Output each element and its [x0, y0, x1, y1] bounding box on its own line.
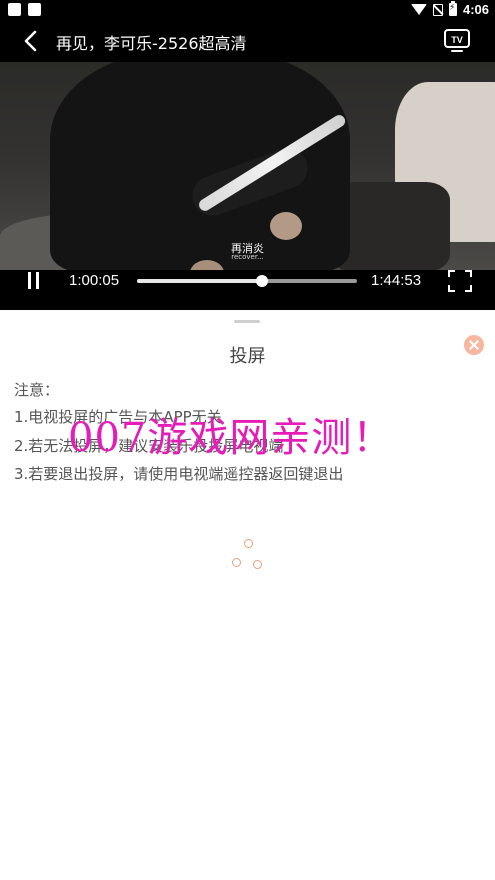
seek-bar-progress: [137, 279, 263, 283]
wifi-icon: [410, 4, 427, 15]
sheet-drag-handle[interactable]: [234, 320, 260, 323]
title-bar: 再见，李可乐-2526超高清 TV: [0, 20, 495, 62]
status-bar: 4:06: [0, 0, 495, 20]
spinner-dot: [244, 539, 253, 548]
seek-bar-thumb[interactable]: [256, 275, 269, 287]
notification-icon: [8, 3, 21, 16]
note-line: 3.若要退出投屏，请使用电视端遥控器返回键退出: [14, 465, 344, 483]
tv-cast-icon[interactable]: TV: [443, 28, 471, 54]
notification-icon: [28, 3, 41, 16]
spinner-dot: [232, 558, 241, 567]
close-icon[interactable]: [464, 335, 484, 355]
sheet-title: 投屏: [229, 346, 266, 367]
loading-spinner-icon: [228, 536, 268, 576]
fullscreen-icon[interactable]: [448, 270, 472, 292]
watermark: 007游戏网亲测！: [68, 415, 394, 461]
video-scene-hand: [270, 212, 302, 240]
cast-bottom-sheet: 投屏 注意： 1.电视投屏的广告与本APP无关 2.若无法投屏，建议安装乐投投屏…: [0, 310, 495, 880]
no-sim-icon: [432, 3, 443, 16]
back-arrow-icon[interactable]: [20, 29, 44, 53]
note-heading: 注意：: [14, 381, 60, 399]
subtitle-english: recover...: [231, 253, 264, 261]
tv-icon-label: TV: [451, 35, 463, 45]
seek-bar[interactable]: [137, 275, 357, 287]
player-controls: 1:00:05 1:44:53: [0, 270, 495, 310]
pause-icon[interactable]: [26, 272, 42, 290]
current-time: 1:00:05: [69, 272, 120, 289]
video-title: 再见，李可乐-2526超高清: [56, 34, 247, 53]
clock: 4:06: [462, 2, 489, 17]
spinner-dot: [253, 560, 262, 569]
total-time: 1:44:53: [371, 272, 422, 289]
battery-icon: [448, 1, 457, 16]
video-frame[interactable]: 再消炎 recover...: [0, 62, 495, 270]
